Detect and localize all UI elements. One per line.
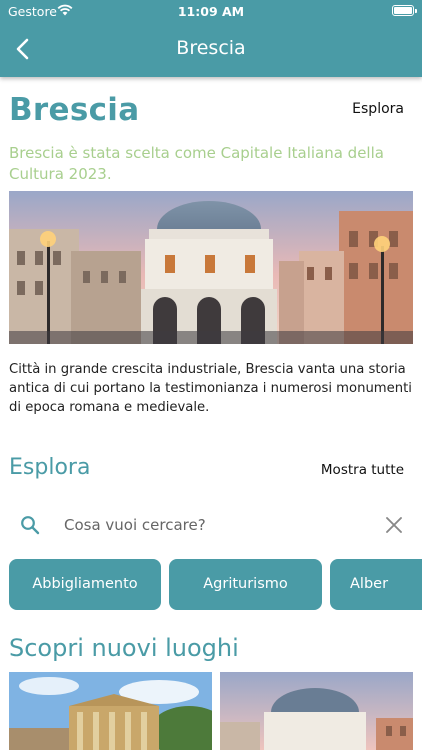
show-all-link[interactable]: Mostra tutte [321, 462, 404, 478]
explore-section-title: Esplora [9, 455, 91, 480]
hero-image [9, 191, 413, 344]
discover-section-title: Scopri nuovi luoghi [9, 634, 239, 662]
status-time: 11:09 AM [177, 4, 245, 19]
page-subtitle: Brescia è stata scelta come Capitale Ita… [9, 144, 384, 183]
status-bar: Gestore 11:09 AM [0, 0, 422, 22]
esplora-link[interactable]: Esplora [352, 101, 404, 117]
search-bar [9, 503, 413, 547]
category-chip[interactable]: Abbigliamento [9, 559, 161, 610]
page-title: Brescia [9, 92, 140, 128]
category-chip[interactable]: Alber [330, 559, 422, 610]
place-card-image[interactable] [220, 672, 413, 750]
place-card-image[interactable] [9, 672, 212, 750]
app-header: Gestore 11:09 AM Brescia [0, 0, 422, 77]
page-description: Città in grande crescita industriale, Br… [9, 362, 412, 415]
close-icon[interactable] [385, 516, 403, 534]
search-input[interactable] [64, 511, 364, 539]
nav-title: Brescia [176, 37, 246, 59]
category-chips: Abbigliamento Agriturismo Alber [9, 559, 422, 611]
category-chip[interactable]: Agriturismo [169, 559, 322, 610]
search-icon [21, 516, 40, 535]
battery-icon [392, 5, 417, 16]
